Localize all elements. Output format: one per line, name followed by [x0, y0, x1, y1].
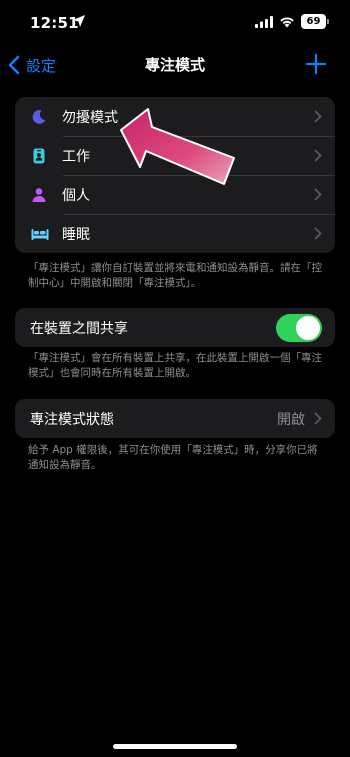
location-arrow-icon	[73, 15, 85, 27]
share-across-devices-row: 在裝置之間共享	[15, 308, 335, 347]
focus-modes-footnote: 「專注模式」讓你自訂裝置並將來電和通知設為靜音。請在「控制中心」中開啟和關閉「專…	[28, 262, 322, 289]
moon-icon	[31, 109, 47, 125]
battery-cap	[327, 19, 329, 24]
person-icon	[31, 187, 47, 203]
home-indicator[interactable]	[113, 744, 237, 749]
focus-status-footnote: 給予 App 權限後，其可在你使用「專注模式」時，分享你已將通知設為靜音。	[28, 444, 318, 471]
focus-mode-do-not-disturb[interactable]: 勿擾模式	[15, 97, 335, 136]
toggle-knob	[296, 315, 320, 340]
focus-mode-sleep[interactable]: 睡眠	[15, 214, 335, 253]
focus-modes-list: 勿擾模式 工作 個人 睡眠	[15, 97, 335, 253]
focus-settings-screen: 12:51 69 設定 專注模式 勿擾模式 工作 個人 睡眠 「專注模式」讓你自…	[0, 0, 350, 757]
chevron-right-icon	[314, 149, 322, 162]
focus-status-label: 專注模式狀態	[30, 411, 114, 428]
navigation-bar: 設定 專注模式	[0, 44, 350, 88]
focus-status-row[interactable]: 專注模式狀態 開啟	[15, 399, 335, 438]
focus-mode-work[interactable]: 工作	[15, 136, 335, 175]
chevron-right-icon	[314, 227, 322, 240]
chevron-right-icon	[314, 188, 322, 201]
id-badge-icon	[31, 148, 47, 164]
share-across-devices-footnote: 「專注模式」會在所有裝置上共享，在此裝置上開啟一個「專注模式」也會同時在所有裝置…	[28, 352, 322, 379]
focus-mode-label: 勿擾模式	[62, 109, 118, 126]
wifi-icon	[280, 17, 294, 28]
focus-mode-label: 睡眠	[62, 226, 90, 243]
focus-status-group: 專注模式狀態 開啟	[15, 399, 335, 438]
focus-mode-label: 工作	[62, 148, 90, 165]
share-across-devices-label: 在裝置之間共享	[30, 320, 128, 337]
chevron-right-icon	[314, 110, 322, 123]
cellular-signal-icon	[255, 16, 273, 28]
page-title: 專注模式	[144, 56, 205, 74]
share-across-devices-toggle[interactable]	[276, 313, 322, 342]
focus-status-value: 開啟	[277, 411, 305, 428]
focus-mode-label: 個人	[62, 187, 90, 204]
bed-icon	[31, 226, 49, 242]
status-bar: 12:51 69	[0, 0, 350, 44]
chevron-right-icon	[314, 412, 322, 425]
share-across-devices-group: 在裝置之間共享	[15, 308, 335, 347]
focus-mode-personal[interactable]: 個人	[15, 175, 335, 214]
add-icon[interactable]	[304, 52, 328, 76]
battery-icon: 69	[301, 14, 326, 29]
